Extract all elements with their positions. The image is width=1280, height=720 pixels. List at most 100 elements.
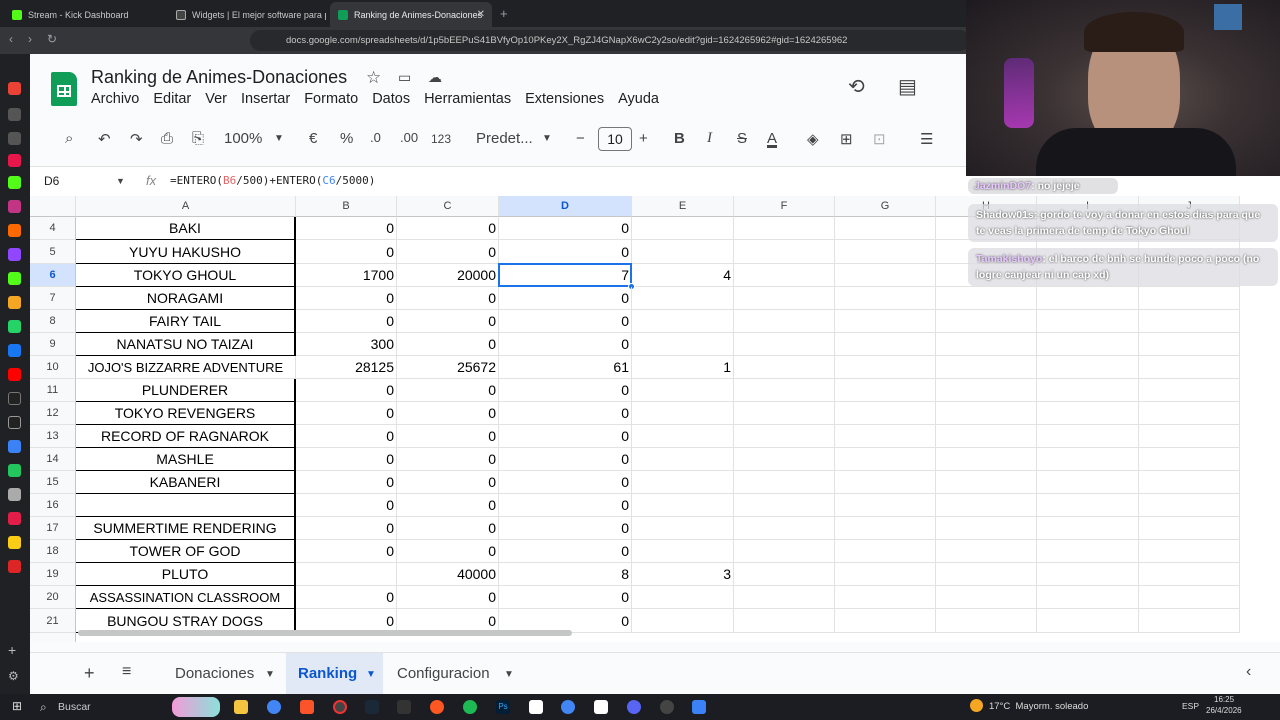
dock-app-icon[interactable] — [8, 248, 21, 261]
chevron-down-icon[interactable]: ▼ — [274, 133, 284, 144]
cell-f[interactable] — [734, 609, 835, 633]
search-icon[interactable]: ⌕ — [65, 130, 73, 147]
anime-name-cell[interactable]: PLUTO — [76, 563, 296, 586]
font-size-input[interactable]: 10 — [598, 127, 632, 151]
app-icon[interactable] — [594, 700, 608, 714]
cell-b[interactable]: 0 — [296, 310, 397, 333]
anime-name-cell[interactable]: SUMMERTIME RENDERING — [76, 517, 296, 540]
tab-widgets[interactable]: Widgets | El mejor software para pot — [168, 2, 326, 27]
dock-app-icon[interactable] — [8, 560, 21, 573]
anime-name-cell[interactable]: KABANERI — [76, 471, 296, 494]
cell-i[interactable] — [1037, 517, 1139, 540]
cell-b[interactable]: 0 — [296, 540, 397, 563]
cell-d[interactable]: 0 — [499, 287, 632, 310]
italic-button[interactable]: I — [707, 130, 712, 147]
cell-b[interactable]: 0 — [296, 471, 397, 494]
app-icon[interactable] — [430, 700, 444, 714]
menu-formato[interactable]: Formato — [304, 91, 358, 107]
cell-b[interactable]: 0 — [296, 379, 397, 402]
cell-b[interactable]: 0 — [296, 402, 397, 425]
cell-d[interactable]: 0 — [499, 217, 632, 240]
cell-g[interactable] — [835, 264, 936, 287]
percent-button[interactable]: % — [340, 130, 353, 147]
cell-f[interactable] — [734, 540, 835, 563]
cell-j[interactable] — [1139, 540, 1240, 563]
row-header[interactable]: 4 — [30, 217, 76, 240]
dock-app-icon[interactable] — [8, 368, 21, 381]
cell-h[interactable] — [936, 609, 1037, 633]
clock-time[interactable]: 16:25 — [1214, 695, 1234, 704]
undo-icon[interactable]: ↶ — [98, 130, 111, 148]
borders-icon[interactable]: ⊞ — [840, 130, 853, 148]
cell-d[interactable]: 0 — [499, 333, 632, 356]
dock-app-icon[interactable] — [8, 392, 21, 405]
cell-g[interactable] — [835, 563, 936, 586]
tab-kick-dashboard[interactable]: Stream - Kick Dashboard — [4, 2, 164, 27]
cell-e[interactable] — [632, 517, 734, 540]
cell-e[interactable] — [632, 471, 734, 494]
cell-f[interactable] — [734, 448, 835, 471]
cell-j[interactable] — [1139, 586, 1240, 609]
cell-c[interactable]: 0 — [397, 240, 499, 264]
cell-b[interactable]: 0 — [296, 287, 397, 310]
cell-i[interactable] — [1037, 425, 1139, 448]
cell-g[interactable] — [835, 402, 936, 425]
cell-e[interactable] — [632, 240, 734, 264]
cell-g[interactable] — [835, 448, 936, 471]
row-header[interactable]: 9 — [30, 333, 76, 356]
increase-font-button[interactable]: + — [639, 130, 648, 147]
cell-f[interactable] — [734, 379, 835, 402]
anime-name-cell[interactable]: TOKYO GHOUL — [76, 264, 296, 287]
formula-input[interactable]: =ENTERO(B6/500)+ENTERO(C6/5000) — [170, 174, 375, 187]
cell-i[interactable] — [1037, 471, 1139, 494]
dock-app-icon[interactable] — [8, 82, 21, 95]
cell-b[interactable]: 0 — [296, 494, 397, 517]
reload-icon[interactable]: ↻ — [47, 32, 57, 46]
cell-i[interactable] — [1037, 310, 1139, 333]
cell-e[interactable] — [632, 310, 734, 333]
cell-d[interactable]: 8 — [499, 563, 632, 586]
cell-j[interactable] — [1139, 471, 1240, 494]
cell-e[interactable] — [632, 217, 734, 240]
dock-app-icon[interactable] — [8, 464, 21, 477]
anime-name-cell[interactable]: MASHLE — [76, 448, 296, 471]
cell-c[interactable]: 0 — [397, 586, 499, 609]
select-all-corner[interactable] — [30, 196, 76, 217]
cell-c[interactable]: 20000 — [397, 264, 499, 287]
cell-g[interactable] — [835, 586, 936, 609]
cell-c[interactable]: 0 — [397, 217, 499, 240]
sheet-tab-ranking[interactable]: Ranking — [298, 665, 357, 682]
cell-e[interactable] — [632, 586, 734, 609]
cell-g[interactable] — [835, 540, 936, 563]
cell-j[interactable] — [1139, 333, 1240, 356]
cell-g[interactable] — [835, 379, 936, 402]
column-header-d[interactable]: D — [499, 196, 632, 217]
cell-d[interactable]: 0 — [499, 586, 632, 609]
cell-h[interactable] — [936, 494, 1037, 517]
cell-b[interactable]: 300 — [296, 333, 397, 356]
row-header[interactable]: 13 — [30, 425, 76, 448]
cell-i[interactable] — [1037, 540, 1139, 563]
cell-b[interactable]: 0 — [296, 425, 397, 448]
anime-name-cell[interactable]: ASSASSINATION CLASSROOM — [76, 586, 296, 609]
chevron-down-icon[interactable]: ▼ — [366, 669, 376, 680]
cell-c[interactable]: 40000 — [397, 563, 499, 586]
dock-app-icon[interactable] — [8, 200, 21, 213]
dock-app-icon[interactable] — [8, 320, 21, 333]
cell-h[interactable] — [936, 333, 1037, 356]
cell-h[interactable] — [936, 586, 1037, 609]
taskbar-search[interactable]: Buscar — [58, 701, 91, 713]
cell-b[interactable]: 0 — [296, 217, 397, 240]
dock-app-icon[interactable] — [8, 512, 21, 525]
cell-b[interactable]: 0 — [296, 586, 397, 609]
cell-d[interactable]: 0 — [499, 402, 632, 425]
cell-c[interactable]: 0 — [397, 448, 499, 471]
menu-extensiones[interactable]: Extensiones — [525, 91, 604, 107]
cell-b[interactable]: 0 — [296, 240, 397, 264]
add-sheet-icon[interactable]: + — [84, 663, 95, 684]
row-header[interactable]: 17 — [30, 517, 76, 540]
obs-icon[interactable] — [333, 700, 347, 714]
cell-h[interactable] — [936, 448, 1037, 471]
tab-ranking[interactable]: Ranking de Animes-Donaciones ✕ — [330, 2, 492, 27]
menu-archivo[interactable]: Archivo — [91, 91, 139, 107]
